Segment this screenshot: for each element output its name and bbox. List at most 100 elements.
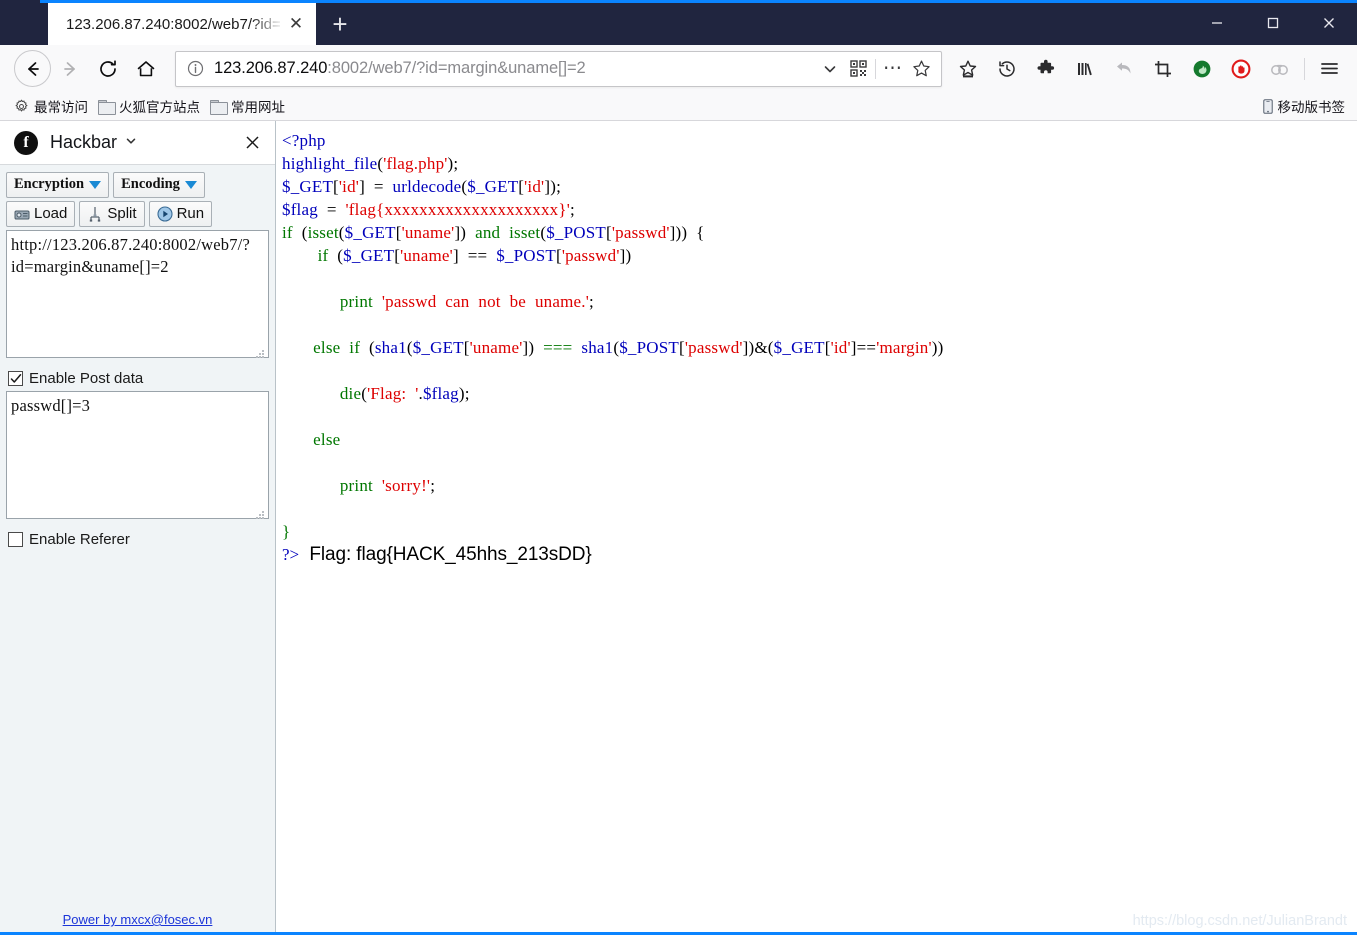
code-token: ; — [453, 154, 458, 173]
enable-post-data-label: Enable Post data — [29, 370, 143, 387]
bookmark-label: 火狐官方站点 — [119, 96, 200, 116]
encoding-dropdown[interactable]: Encoding — [113, 172, 205, 198]
maximize-icon[interactable] — [1245, 0, 1301, 45]
code-token: ]) — [522, 338, 543, 357]
encoding-label: Encoding — [121, 176, 180, 193]
code-token — [340, 338, 349, 357]
addons-puzzle-icon[interactable] — [1026, 50, 1065, 88]
bookmark-mobile[interactable]: 移动版书签 — [1262, 96, 1350, 116]
code-token: 'flag.php' — [383, 154, 447, 173]
code-token: else — [313, 338, 340, 357]
flag-value: Flag: flag{HACK_45hhs_213sDD} — [309, 544, 591, 565]
undo-icon[interactable] — [1104, 50, 1143, 88]
close-sidebar-icon[interactable] — [239, 130, 265, 156]
browser-tab-active[interactable]: 123.206.87.240:8002/web7/?id= ✕ — [48, 3, 316, 45]
code-token: 'margin' — [876, 338, 932, 357]
code-token: $flag — [423, 384, 459, 403]
code-token: else — [313, 430, 340, 449]
url-textarea-wrap — [6, 230, 269, 363]
code-token: $_GET — [282, 177, 333, 196]
history-icon[interactable] — [987, 50, 1026, 88]
code-token: and — [466, 223, 509, 242]
minimize-icon[interactable] — [1189, 0, 1245, 45]
code-token: 'passwd' — [562, 246, 620, 265]
power-by-link[interactable]: Power by mxcx@fosec.vn — [63, 912, 213, 927]
code-token — [282, 269, 286, 288]
sidebar-title: Hackbar — [50, 132, 117, 153]
code-token — [282, 430, 313, 449]
code-token: $flag — [282, 200, 318, 219]
app-menu-icon[interactable] — [1310, 50, 1349, 88]
sidebar-switcher-chevron-down-icon[interactable] — [125, 135, 137, 150]
hackbar-action-row: Load Split Run — [6, 201, 269, 227]
split-button[interactable]: Split — [79, 201, 144, 227]
enable-referer-label: Enable Referer — [29, 531, 130, 548]
code-token: ( — [360, 338, 375, 357]
url-host: 123.206.87.240 — [214, 59, 327, 77]
code-token: 'Flag: ' — [367, 384, 418, 403]
code-token: 'passwd' — [612, 223, 670, 242]
back-button[interactable] — [14, 50, 51, 87]
code-token: 'id' — [339, 177, 359, 196]
chevron-down-icon[interactable] — [816, 55, 844, 83]
home-button[interactable] — [127, 50, 165, 88]
hackbar-post-textarea[interactable] — [6, 391, 269, 519]
encryption-label: Encryption — [14, 176, 84, 193]
gear-icon — [14, 99, 29, 114]
qr-code-icon[interactable] — [844, 55, 872, 83]
run-label: Run — [177, 205, 205, 222]
enable-post-data-checkbox[interactable]: Enable Post data — [8, 370, 269, 387]
code-token — [373, 476, 382, 495]
hackbar-dropdown-row: Encryption Encoding — [6, 172, 269, 198]
encryption-dropdown[interactable]: Encryption — [6, 172, 109, 198]
firefox-green-badge-icon[interactable] — [1182, 50, 1221, 88]
bookmark-firefox-official[interactable]: 火狐官方站点 — [96, 94, 208, 118]
code-token: = — [318, 200, 346, 219]
code-token: ( — [328, 246, 343, 265]
adblock-stop-icon[interactable] — [1221, 50, 1260, 88]
load-button[interactable]: Load — [6, 201, 75, 227]
close-tab-icon[interactable]: ✕ — [284, 12, 308, 36]
page-actions-icon[interactable]: ⋯ — [879, 55, 907, 83]
hackbar-url-textarea[interactable] — [6, 230, 269, 358]
close-window-icon[interactable] — [1301, 0, 1357, 45]
code-token: 'passwd can not be uname.' — [382, 292, 589, 311]
code-token — [282, 292, 340, 311]
sidebar-header: f Hackbar — [0, 121, 275, 165]
code-token: $_POST — [496, 246, 556, 265]
code-token — [282, 315, 286, 334]
code-token: 'uname' — [470, 338, 523, 357]
code-token: $_GET — [413, 338, 464, 357]
reload-button[interactable] — [89, 50, 127, 88]
code-token: $_GET — [467, 177, 518, 196]
chain-link-icon[interactable] — [1260, 50, 1299, 88]
checkbox-unchecked-icon — [8, 532, 23, 547]
urlbar-separator — [875, 59, 876, 79]
code-token — [282, 246, 318, 265]
url-bar[interactable]: 123.206.87.240:8002/web7/?id=margin&unam… — [175, 51, 942, 87]
screenshot-crop-icon[interactable] — [1143, 50, 1182, 88]
code-token: if — [349, 338, 360, 357]
new-tab-icon[interactable]: + — [318, 3, 362, 45]
code-token: 'id' — [831, 338, 851, 357]
url-input[interactable]: 123.206.87.240:8002/web7/?id=margin&unam… — [206, 59, 816, 78]
code-token: isset — [509, 223, 540, 242]
code-token: sha1 — [581, 338, 613, 357]
window-controls — [1189, 0, 1357, 45]
bookmark-star-icon[interactable] — [907, 55, 935, 83]
code-token: ; — [556, 177, 561, 196]
php-source-code: <?php highlight_file('flag.php'); $_GET[… — [282, 129, 1357, 543]
run-button[interactable]: Run — [149, 201, 213, 227]
bookmark-common-sites[interactable]: 常用网址 — [208, 94, 293, 118]
site-identity-info-icon[interactable] — [184, 58, 206, 80]
code-token: print — [340, 292, 373, 311]
play-icon — [157, 206, 173, 222]
library-icon[interactable] — [1065, 50, 1104, 88]
code-token: ( — [293, 223, 308, 242]
pocket-icon[interactable] — [948, 50, 987, 88]
folder-icon — [98, 100, 114, 113]
code-token: highlight_file — [282, 154, 377, 173]
tab-title: 123.206.87.240:8002/web7/?id= — [66, 16, 284, 33]
bookmark-most-visited[interactable]: 最常访问 — [12, 94, 96, 118]
enable-referer-checkbox[interactable]: Enable Referer — [8, 531, 269, 548]
